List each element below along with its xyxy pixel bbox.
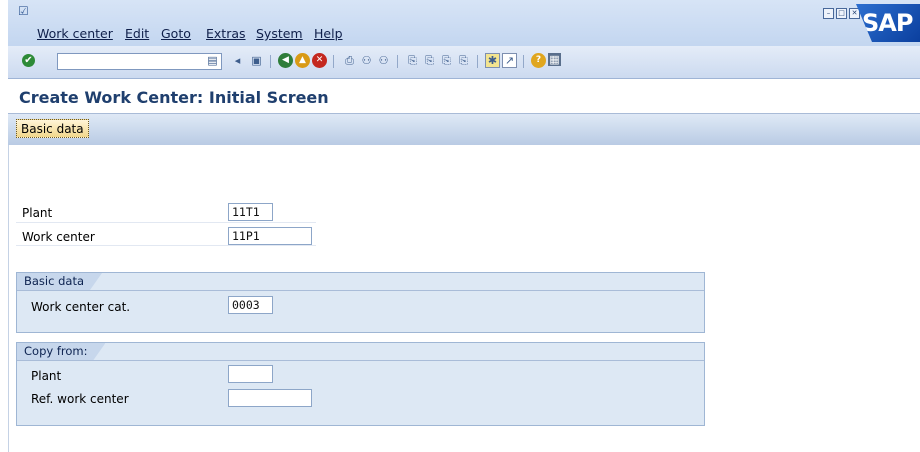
last-page-icon[interactable]: ⎘ (456, 53, 471, 68)
row-divider (16, 222, 316, 223)
menu-edit[interactable]: Edit (125, 26, 149, 41)
work-center-cat-field[interactable] (228, 296, 273, 314)
basic-data-button[interactable]: Basic data (16, 119, 89, 138)
basic-data-group-title: Basic data (17, 273, 102, 290)
exit-icon[interactable]: ▲ (295, 53, 310, 68)
command-history-icon[interactable]: ▤ (205, 53, 220, 68)
ref-work-center-field[interactable] (228, 389, 312, 407)
copy-from-plant-field[interactable] (228, 365, 273, 383)
menu-goto[interactable]: Goto (161, 26, 191, 41)
save-icon[interactable]: ▣ (249, 53, 264, 68)
toolbar-separator (270, 55, 271, 68)
back-icon[interactable]: ◀ (278, 53, 293, 68)
close-icon[interactable]: ✕ (849, 8, 860, 19)
toolbar-separator (333, 55, 334, 68)
shortcut-icon[interactable]: ↗ (502, 53, 517, 68)
group-header-line (17, 360, 704, 361)
row-divider (16, 245, 316, 246)
expand-icon[interactable]: ◂ (230, 53, 245, 68)
next-page-icon[interactable]: ⎘ (439, 53, 454, 68)
toolbar-separator (523, 55, 524, 68)
system-menu-icon[interactable]: ☑ (18, 4, 29, 18)
print-icon[interactable]: ⎙ (342, 53, 357, 68)
copy-from-group: Copy from: (16, 342, 705, 426)
window-controls: – □ ✕ (823, 4, 862, 19)
work-center-cat-label: Work center cat. (31, 300, 131, 314)
menu-work-center[interactable]: Work center (37, 26, 113, 41)
plant-field[interactable] (228, 203, 273, 221)
create-session-icon[interactable]: ✱ (485, 53, 500, 68)
ref-work-center-label: Ref. work center (31, 392, 129, 406)
find-next-icon[interactable]: ⚇ (376, 53, 391, 68)
help-icon[interactable]: ? (531, 53, 546, 68)
minimize-icon[interactable]: – (823, 8, 834, 19)
toolbar-separator (477, 55, 478, 68)
previous-page-icon[interactable]: ⎘ (422, 53, 437, 68)
application-toolbar (8, 113, 920, 146)
copy-from-plant-label: Plant (31, 369, 62, 383)
plant-label: Plant (22, 206, 53, 220)
work-center-field[interactable] (228, 227, 312, 245)
find-icon[interactable]: ⚇ (359, 53, 374, 68)
command-field[interactable] (57, 53, 222, 70)
page-title: Create Work Center: Initial Screen (19, 88, 329, 107)
enter-icon[interactable]: ✔ (22, 54, 35, 67)
work-center-label: Work center (22, 230, 95, 244)
layout-icon[interactable]: ▦ (548, 53, 561, 66)
maximize-icon[interactable]: □ (836, 8, 847, 19)
cancel-icon[interactable]: ✕ (312, 53, 327, 68)
menu-extras[interactable]: Extras (206, 26, 246, 41)
menu-system[interactable]: System (256, 26, 303, 41)
menu-help[interactable]: Help (314, 26, 343, 41)
toolbar-separator (397, 55, 398, 68)
first-page-icon[interactable]: ⎘ (405, 53, 420, 68)
group-header-line (17, 290, 704, 291)
copy-from-group-title: Copy from: (17, 343, 105, 360)
